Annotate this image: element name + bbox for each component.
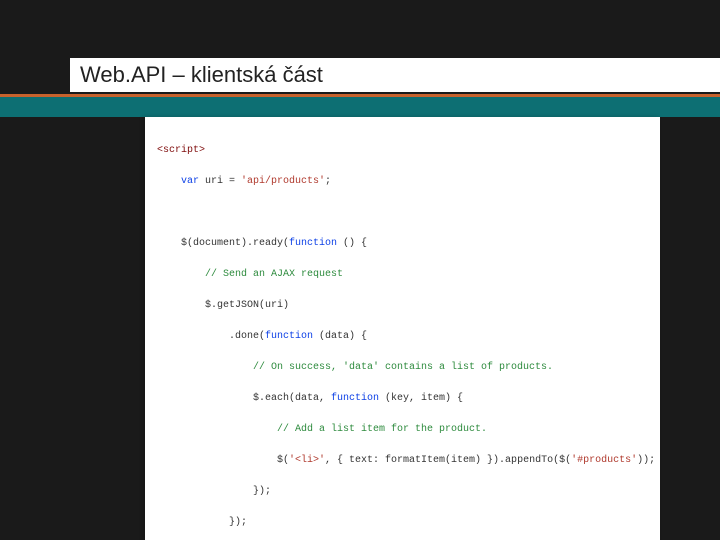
code-block: <script> var uri = 'api/products'; $(doc…: [145, 117, 660, 540]
code-token: $.getJSON(uri): [205, 300, 289, 311]
code-token: function: [265, 331, 313, 342]
code-token: // On success, 'data' contains a list of…: [253, 362, 553, 373]
code-token: // Send an AJAX request: [205, 269, 343, 280]
divider-teal: [0, 97, 720, 117]
code-token: '#products': [571, 455, 637, 466]
code-token: (data) {: [313, 331, 367, 342]
code-token: () {: [337, 238, 367, 249]
code-token: });: [253, 486, 271, 497]
code-token: 'api/products': [241, 176, 325, 187]
code-token: var: [181, 176, 199, 187]
slide: Web.API – klientská část <script> var ur…: [0, 0, 720, 540]
code-token: function: [331, 393, 379, 404]
code-token: });: [229, 517, 247, 528]
code-token: <script>: [157, 145, 205, 156]
code-token: $(: [277, 455, 289, 466]
code-token: $.each(data,: [253, 393, 331, 404]
code-token: (key, item) {: [379, 393, 463, 404]
title-strip: Web.API – klientská část: [70, 58, 720, 92]
code-token: function: [289, 238, 337, 249]
code-token: // Add a list item for the product.: [277, 424, 487, 435]
code-panel: <script> var uri = 'api/products'; $(doc…: [145, 117, 660, 540]
code-token: '<li>': [289, 455, 325, 466]
code-token: ;: [325, 176, 331, 187]
page-title: Web.API – klientská část: [80, 62, 323, 88]
code-token: , { text: formatItem(item) }).appendTo($…: [325, 455, 571, 466]
code-token: ));: [637, 455, 655, 466]
code-token: $(document).ready(: [181, 238, 289, 249]
code-token: uri =: [199, 176, 241, 187]
code-token: .done(: [229, 331, 265, 342]
